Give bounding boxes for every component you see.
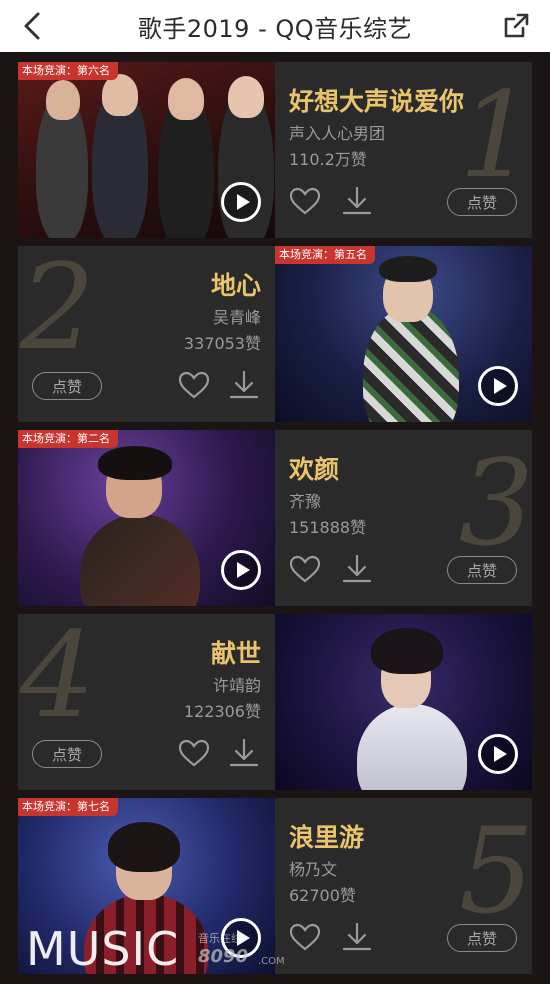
like-count: 62700赞 xyxy=(289,886,356,905)
song-title[interactable]: 欢颜 xyxy=(289,450,339,486)
play-icon xyxy=(236,562,250,578)
list-item[interactable]: 4 献世 许靖韵 122306赞 点赞 xyxy=(18,614,532,790)
share-button[interactable] xyxy=(496,6,536,46)
play-icon xyxy=(493,746,507,762)
singer-name[interactable]: 声入人心男团 xyxy=(289,120,385,144)
download-icon[interactable] xyxy=(341,186,373,216)
song-title[interactable]: 地心 xyxy=(211,266,261,302)
share-icon xyxy=(504,13,529,38)
heart-icon[interactable] xyxy=(178,738,210,768)
download-icon[interactable] xyxy=(228,738,260,768)
rank-number: 4 xyxy=(20,614,96,744)
watermark-site-num: 8090 xyxy=(198,946,249,967)
watermark-site-com: .COM xyxy=(258,956,285,967)
song-list: 本场竞演：第六名 1 好想大声说爱你 声入人心男团 110.2万赞 点赞 2 地… xyxy=(0,52,550,984)
song-title[interactable]: 浪里游 xyxy=(289,818,364,854)
page-title: 歌手2019 - QQ音乐综艺 xyxy=(137,14,413,43)
watermark-logo: MUSIC xyxy=(26,922,180,976)
cover-photo[interactable]: 本场竞演：第六名 xyxy=(18,62,275,238)
heart-icon[interactable] xyxy=(178,370,210,400)
song-info-card: 3 欢颜 齐豫 151888赞 点赞 xyxy=(275,430,532,606)
like-button[interactable]: 点赞 xyxy=(32,740,102,768)
rank-badge: 本场竞演：第二名 xyxy=(18,430,118,448)
play-button[interactable] xyxy=(478,734,518,774)
rank-number: 1 xyxy=(458,66,532,204)
rank-number: 2 xyxy=(20,246,96,376)
like-button[interactable]: 点赞 xyxy=(447,188,517,216)
song-info-card: 1 好想大声说爱你 声入人心男团 110.2万赞 点赞 xyxy=(275,62,532,238)
song-info-card: 2 地心 吴青峰 337053赞 点赞 xyxy=(18,246,275,422)
chevron-left-icon xyxy=(24,12,40,40)
cover-photo[interactable]: 本场竞演：第五名 xyxy=(275,246,532,422)
rank-badge: 本场竞演：第六名 xyxy=(18,62,118,80)
download-icon[interactable] xyxy=(341,922,373,952)
rank-badge: 本场竞演：第五名 xyxy=(275,246,375,264)
like-button[interactable]: 点赞 xyxy=(447,924,517,952)
app-header: 歌手2019 - QQ音乐综艺 xyxy=(0,0,550,52)
song-title[interactable]: 好想大声说爱你 xyxy=(289,82,464,118)
like-count: 110.2万赞 xyxy=(289,150,367,169)
heart-icon[interactable] xyxy=(289,186,321,216)
song-title[interactable]: 献世 xyxy=(211,634,261,670)
rank-number: 5 xyxy=(458,802,532,940)
like-count: 151888赞 xyxy=(289,518,367,537)
heart-icon[interactable] xyxy=(289,922,321,952)
list-item[interactable]: 本场竞演：第六名 1 好想大声说爱你 声入人心男团 110.2万赞 点赞 xyxy=(18,62,532,238)
singer-name[interactable]: 齐豫 xyxy=(289,488,321,512)
like-count: 122306赞 xyxy=(183,702,261,721)
song-info-card: 5 浪里游 杨乃文 62700赞 点赞 xyxy=(275,798,532,974)
download-icon[interactable] xyxy=(341,554,373,584)
cover-photo[interactable] xyxy=(275,614,532,790)
cover-photo[interactable]: 本场竞演：第二名 xyxy=(18,430,275,606)
download-icon[interactable] xyxy=(228,370,260,400)
singer-name[interactable]: 许靖韵 xyxy=(213,672,261,696)
song-info-card: 4 献世 许靖韵 122306赞 点赞 xyxy=(18,614,275,790)
heart-icon[interactable] xyxy=(289,554,321,584)
watermark-site-cn: 音乐在线 xyxy=(198,932,242,945)
play-button[interactable] xyxy=(221,550,261,590)
play-icon xyxy=(236,194,250,210)
back-button[interactable] xyxy=(14,8,50,44)
list-item[interactable]: 2 地心 吴青峰 337053赞 点赞 本场竞演：第五名 xyxy=(18,246,532,422)
rank-badge: 本场竞演：第七名 xyxy=(18,798,118,816)
play-button[interactable] xyxy=(221,182,261,222)
rank-number: 3 xyxy=(458,434,532,572)
list-item[interactable]: 本场竞演：第二名 3 欢颜 齐豫 151888赞 点赞 xyxy=(18,430,532,606)
singer-name[interactable]: 吴青峰 xyxy=(213,304,261,328)
play-icon xyxy=(493,378,507,394)
like-count: 337053赞 xyxy=(183,334,261,353)
like-button[interactable]: 点赞 xyxy=(32,372,102,400)
like-button[interactable]: 点赞 xyxy=(447,556,517,584)
singer-name[interactable]: 杨乃文 xyxy=(289,856,337,880)
play-button[interactable] xyxy=(478,366,518,406)
